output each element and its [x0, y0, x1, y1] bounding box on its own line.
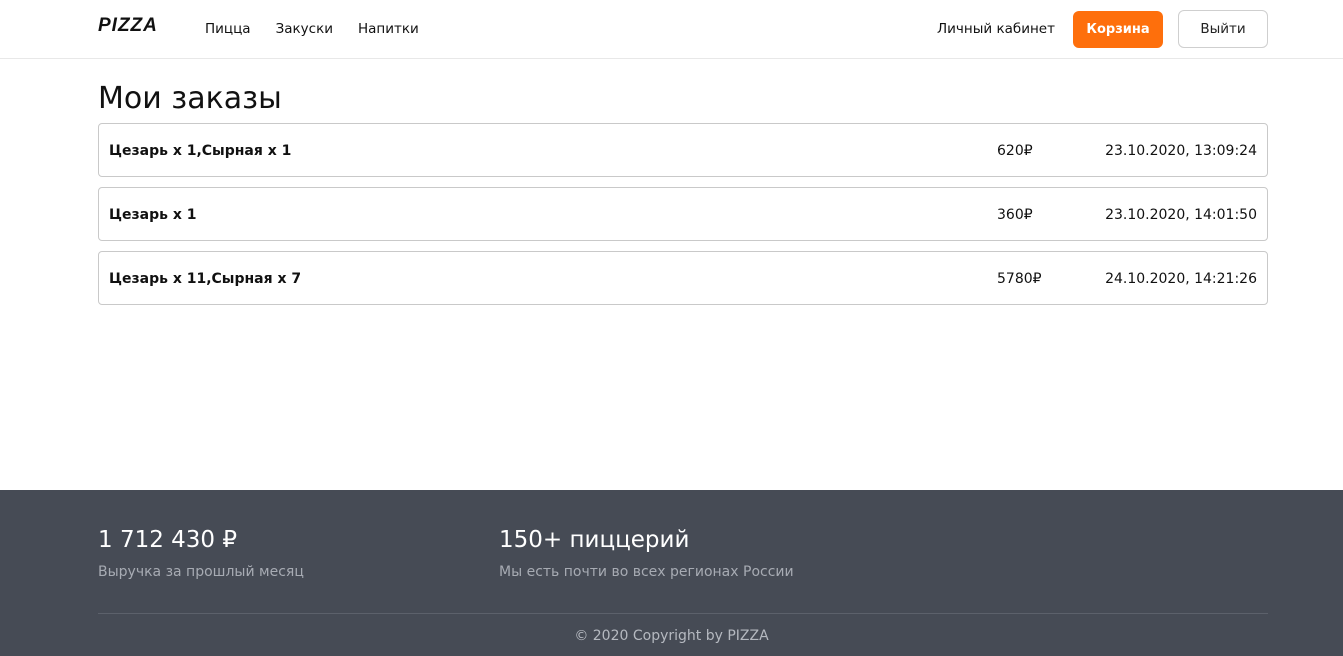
order-row: Цезарь x 1 360₽ 23.10.2020, 14:01:50	[98, 187, 1268, 241]
order-date: 23.10.2020, 13:09:24	[1105, 143, 1257, 159]
order-items: Цезарь x 11,Сырная x 7	[109, 271, 302, 287]
revenue-value: 1 712 430 ₽	[98, 527, 237, 553]
nav-link-pizza[interactable]: Пицца	[205, 20, 251, 38]
order-date: 23.10.2020, 14:01:50	[1105, 207, 1257, 223]
order-price: 5780₽	[997, 271, 1042, 287]
order-date: 24.10.2020, 14:21:26	[1105, 271, 1257, 287]
nav-link-drinks[interactable]: Напитки	[358, 20, 419, 38]
revenue-caption: Выручка за прошлый месяц	[98, 564, 304, 580]
order-row: Цезарь x 1,Сырная x 1 620₽ 23.10.2020, 1…	[98, 123, 1268, 177]
copyright: © 2020 Copyright by PIZZA	[574, 628, 769, 644]
page-title: Мои заказы	[98, 81, 282, 116]
order-price: 360₽	[997, 207, 1033, 223]
site-header: PIZZA Пицца Закуски Напитки Личный кабин…	[0, 0, 1343, 59]
orders-list: Цезарь x 1,Сырная x 1 620₽ 23.10.2020, 1…	[98, 123, 1268, 315]
logo[interactable]: PIZZA	[98, 15, 158, 37]
order-price: 620₽	[997, 143, 1033, 159]
pizzerias-caption: Мы есть почти во всех регионах России	[499, 564, 794, 580]
footer-divider	[98, 613, 1268, 614]
cart-button[interactable]: Корзина	[1073, 11, 1163, 48]
revenue-stat: 1 712 430 ₽ Выручка за прошлый месяц	[98, 526, 304, 581]
logout-button[interactable]: Выйти	[1178, 10, 1268, 48]
order-items: Цезарь x 1,Сырная x 1	[109, 143, 292, 159]
pizzerias-value: 150+ пиццерий	[499, 527, 690, 553]
account-link[interactable]: Личный кабинет	[937, 20, 1055, 38]
pizzerias-stat: 150+ пиццерий Мы есть почти во всех реги…	[499, 526, 794, 581]
nav-link-snacks[interactable]: Закуски	[276, 20, 333, 38]
order-row: Цезарь x 11,Сырная x 7 5780₽ 24.10.2020,…	[98, 251, 1268, 305]
site-footer: 1 712 430 ₽ Выручка за прошлый месяц 150…	[0, 490, 1343, 656]
order-items: Цезарь x 1	[109, 207, 197, 223]
main-nav: Пицца Закуски Напитки	[205, 20, 444, 38]
